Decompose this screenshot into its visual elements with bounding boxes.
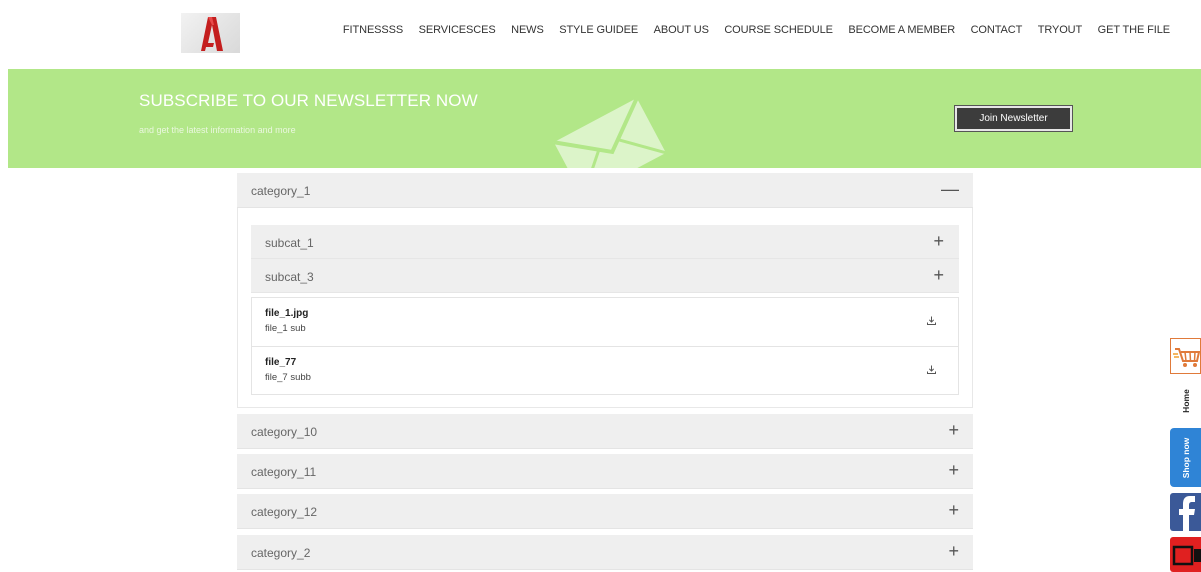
nav-course-schedule[interactable]: COURSE SCHEDULE [709, 24, 833, 36]
category-header[interactable]: category_2 + [237, 535, 973, 570]
site-logo[interactable] [181, 13, 240, 53]
file-item: file_1.jpg file_1 sub [252, 298, 958, 347]
shopping-cart-icon [1173, 348, 1201, 367]
category-header[interactable]: category_10 + [237, 414, 973, 449]
category-label: category_11 [251, 465, 317, 479]
facebook-widget[interactable] [1170, 493, 1201, 531]
home-label: Home [1180, 389, 1191, 413]
subcategory-label: subcat_1 [265, 236, 314, 250]
nav-news[interactable]: NEWS [496, 24, 544, 36]
expand-icon: + [933, 265, 944, 285]
subcategory-label: subcat_3 [265, 270, 314, 284]
category-header[interactable]: category_11 + [237, 454, 973, 489]
newsletter-title: SUBSCRIBE TO OUR NEWSLETTER NOW [139, 91, 478, 110]
newsletter-subtitle: and get the latest information and more [139, 125, 296, 135]
file-name: file_1.jpg [265, 308, 309, 319]
youtube-icon [1172, 545, 1201, 566]
category-label: category_10 [251, 425, 318, 439]
nav-fitness[interactable]: FITNESSSS [343, 24, 403, 36]
envelope-icon [553, 97, 667, 168]
nav-get-the-file[interactable]: GET THE FILE [1082, 24, 1170, 36]
shop-now-label: Shop now [1180, 437, 1191, 478]
expand-icon: + [948, 460, 959, 480]
category-header[interactable]: category_12 + [237, 494, 973, 529]
shop-now-widget[interactable]: Shop now [1170, 428, 1201, 487]
main-nav: FITNESSSS SERVICESCES NEWS STYLE GUIDEE … [343, 24, 1170, 36]
download-icon[interactable] [927, 365, 936, 374]
autocad-logo-icon [201, 17, 223, 51]
expand-icon: + [933, 231, 944, 251]
nav-style-guide[interactable]: STYLE GUIDEE [544, 24, 638, 36]
subcategory-header[interactable]: subcat_1 + [251, 225, 959, 259]
facebook-icon [1179, 496, 1195, 531]
category-label: category_12 [251, 505, 318, 519]
nav-contact[interactable]: CONTACT [955, 24, 1023, 36]
youtube-widget[interactable] [1170, 537, 1201, 572]
file-item: file_77 file_7 subb [252, 346, 958, 395]
collapse-icon: — [941, 179, 959, 199]
file-list: file_1.jpg file_1 sub file_77 file_7 sub… [251, 297, 959, 395]
expand-icon: + [948, 420, 959, 440]
file-description: file_7 subb [265, 372, 311, 383]
nav-about-us[interactable]: ABOUT US [638, 24, 709, 36]
join-newsletter-button[interactable]: Join Newsletter [954, 105, 1073, 132]
file-name: file_77 [265, 357, 297, 368]
download-icon[interactable] [927, 316, 936, 325]
site-header: FITNESSSS SERVICESCES NEWS STYLE GUIDEE … [0, 0, 1201, 68]
expand-icon: + [948, 541, 959, 561]
nav-tryout[interactable]: TRYOUT [1022, 24, 1083, 36]
category-label: category_1 [251, 184, 311, 198]
file-description: file_1 sub [265, 323, 306, 334]
category-header[interactable]: category_1 — [237, 173, 973, 208]
subcategory-header[interactable]: subcat_3 + [251, 259, 959, 293]
newsletter-banner: SUBSCRIBE TO OUR NEWSLETTER NOW and get … [8, 69, 1201, 168]
nav-become-member[interactable]: BECOME A MEMBER [833, 24, 955, 36]
expand-icon: + [948, 500, 959, 520]
category-label: category_2 [251, 546, 311, 560]
cart-widget[interactable] [1170, 338, 1201, 374]
home-widget[interactable]: Home [1170, 381, 1201, 421]
nav-services[interactable]: SERVICESCES [403, 24, 496, 36]
